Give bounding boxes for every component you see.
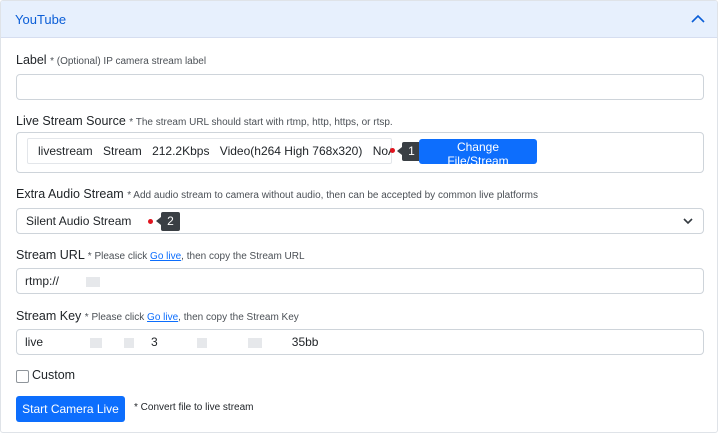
source-field-label: Live Stream Source * The stream URL shou… bbox=[16, 114, 393, 128]
chevron-down-icon bbox=[683, 218, 693, 225]
custom-checkbox[interactable] bbox=[16, 370, 29, 383]
label-field-label: Label * (Optional) IP camera stream labe… bbox=[16, 53, 206, 67]
source-box: livestream Stream 212.2Kbps Video(h264 H… bbox=[16, 132, 704, 173]
redacted-block bbox=[86, 276, 101, 287]
audio-selected-value: Silent Audio Stream bbox=[26, 214, 132, 228]
source-part: 212.2Kbps bbox=[152, 144, 210, 158]
hint-text: , then copy the Stream Key bbox=[178, 312, 299, 323]
stream-url-input[interactable]: rtmp:// bbox=[16, 268, 704, 294]
audio-title: Extra Audio Stream bbox=[16, 187, 124, 201]
indicator-dot bbox=[390, 148, 395, 153]
audio-hint: * Add audio stream to camera without aud… bbox=[127, 190, 538, 201]
stream-url-hint: * Please click Go live, then copy the St… bbox=[88, 251, 305, 262]
stream-key-value-end: 35bb bbox=[291, 335, 319, 349]
redacted-block bbox=[197, 337, 208, 348]
source-hint: * The stream URL should start with rtmp,… bbox=[129, 117, 393, 128]
stream-url-field-label: Stream URL * Please click Go live, then … bbox=[16, 248, 305, 262]
accordion-header[interactable]: YouTube bbox=[1, 1, 717, 38]
label-input[interactable] bbox=[16, 74, 704, 100]
source-input[interactable]: livestream Stream 212.2Kbps Video(h264 H… bbox=[27, 138, 392, 164]
hint-text: , then copy the Stream URL bbox=[181, 251, 305, 262]
stream-key-field-label: Stream Key * Please click Go live, then … bbox=[16, 309, 299, 323]
label-hint: * (Optional) IP camera stream label bbox=[50, 56, 207, 67]
label-title: Label bbox=[16, 53, 47, 67]
start-hint: * Convert file to live stream bbox=[134, 402, 254, 413]
indicator-dot bbox=[148, 219, 153, 224]
source-part: Stream bbox=[103, 144, 142, 158]
stream-key-input[interactable]: live 3 35bb bbox=[16, 329, 704, 355]
change-file-stream-button[interactable]: Change File/Stream bbox=[419, 139, 537, 168]
go-live-link[interactable]: Go live bbox=[147, 312, 178, 323]
go-live-link[interactable]: Go live bbox=[150, 251, 181, 262]
chevron-up-icon[interactable] bbox=[691, 13, 705, 25]
redacted-block bbox=[123, 337, 134, 348]
accordion-title: YouTube bbox=[15, 12, 67, 27]
custom-label: Custom bbox=[32, 368, 76, 382]
redacted-block bbox=[248, 337, 263, 348]
stream-key-value-mid: 3 bbox=[151, 335, 158, 349]
stream-key-hint: * Please click Go live, then copy the St… bbox=[85, 312, 299, 323]
redacted-block bbox=[90, 337, 103, 348]
source-part: livestream bbox=[38, 144, 93, 158]
hint-text: * Please click bbox=[84, 312, 148, 323]
source-title: Live Stream Source bbox=[16, 114, 126, 128]
audio-select[interactable]: Silent Audio Stream 2 bbox=[16, 208, 704, 234]
stream-key-title: Stream Key bbox=[16, 309, 82, 323]
stream-url-value: rtmp:// bbox=[25, 274, 60, 288]
youtube-panel: YouTube Label * (Optional) IP camera str… bbox=[0, 0, 718, 433]
start-camera-live-button[interactable]: Start Camera Live bbox=[16, 396, 125, 422]
step-marker-2: 2 bbox=[161, 212, 180, 231]
source-part: Video(h264 High 768x320) bbox=[219, 144, 363, 158]
audio-field-label: Extra Audio Stream * Add audio stream to… bbox=[16, 187, 538, 201]
stream-key-value-start: live bbox=[25, 335, 44, 349]
stream-url-title: Stream URL bbox=[16, 248, 85, 262]
hint-text: * Please click bbox=[87, 251, 151, 262]
